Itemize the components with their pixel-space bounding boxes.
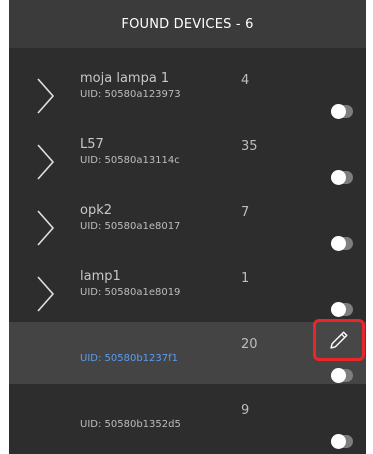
device-uid: UID: 50580a1e8017 (80, 221, 181, 232)
device-toggle[interactable] (331, 236, 353, 251)
device-name: lamp1 (80, 269, 121, 284)
chevron-right-icon[interactable] (36, 77, 56, 115)
panel-title: FOUND DEVICES - 6 (121, 16, 254, 32)
device-count: 9 (241, 403, 250, 418)
device-uid: UID: 50580a1e8019 (80, 287, 181, 298)
device-count: 4 (241, 73, 250, 88)
device-toggle[interactable] (331, 302, 353, 317)
device-toggle[interactable] (331, 434, 353, 449)
edit-button[interactable] (313, 319, 365, 361)
device-row[interactable]: L57 UID: 50580a13114c 35 (9, 124, 366, 186)
device-count: 35 (241, 139, 258, 154)
device-toggle[interactable] (331, 170, 353, 185)
device-row[interactable]: UID: 50580b1352d5 9 (9, 388, 366, 450)
device-uid: UID: 50580a13114c (80, 155, 180, 166)
panel-header: FOUND DEVICES - 6 (9, 0, 366, 48)
device-count: 1 (241, 271, 250, 286)
device-name: opk2 (80, 203, 113, 218)
device-uid: UID: 50580b1352d5 (80, 419, 181, 430)
chevron-right-icon[interactable] (36, 209, 56, 247)
pencil-icon (330, 331, 348, 349)
device-row[interactable]: lamp1 UID: 50580a1e8019 1 (9, 256, 366, 318)
chevron-right-icon[interactable] (36, 143, 56, 181)
device-row-selected[interactable]: UID: 50580b1237f1 20 (9, 319, 366, 384)
device-toggle[interactable] (331, 104, 353, 119)
device-toggle[interactable] (331, 368, 353, 383)
device-uid: UID: 50580b1237f1 (80, 353, 179, 364)
device-name: L57 (80, 137, 104, 152)
chevron-right-icon[interactable] (36, 275, 56, 313)
found-devices-panel: FOUND DEVICES - 6 moja lampa 1 UID: 5058… (9, 0, 366, 454)
device-row[interactable]: opk2 UID: 50580a1e8017 7 (9, 190, 366, 252)
device-list: moja lampa 1 UID: 50580a123973 4 L57 UID… (9, 58, 366, 454)
device-row[interactable]: moja lampa 1 UID: 50580a123973 4 (9, 58, 366, 120)
device-count: 7 (241, 205, 250, 220)
device-name: moja lampa 1 (80, 71, 170, 86)
device-uid: UID: 50580a123973 (80, 89, 181, 100)
device-count: 20 (241, 337, 258, 352)
